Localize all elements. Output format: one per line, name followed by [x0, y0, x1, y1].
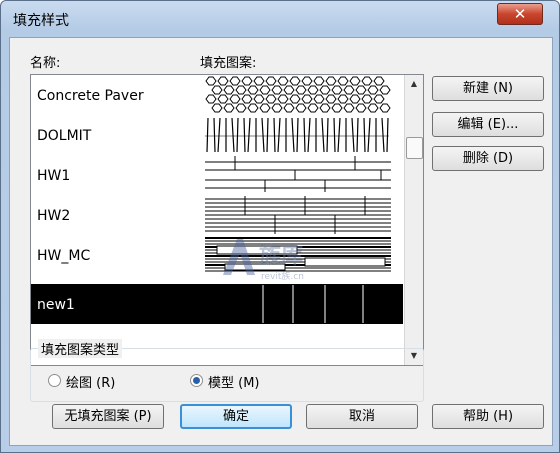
cancel-button[interactable]: 取消 — [306, 404, 418, 429]
list-item-pattern — [205, 196, 391, 234]
edit-button[interactable]: 编辑 (E)... — [432, 112, 544, 137]
close-icon: ✕ — [513, 5, 527, 23]
no-fill-pattern-button[interactable]: 无填充图案 (P) — [52, 404, 164, 429]
list-item-name: new1 — [37, 297, 75, 313]
list-item[interactable]: Concrete Paver — [31, 75, 403, 115]
dialog-title: 填充样式 — [13, 13, 69, 29]
list-item-pattern — [205, 236, 391, 274]
list-item-name: HW2 — [37, 208, 71, 224]
list-item-name: HW1 — [37, 168, 71, 184]
ok-button[interactable]: 确定 — [180, 404, 292, 429]
fill-pattern-preview — [205, 76, 391, 113]
list-item-pattern — [205, 76, 391, 114]
help-button[interactable]: 帮助 (H) — [432, 404, 544, 429]
pattern-column-label: 填充图案: — [200, 56, 257, 71]
list-item-pattern — [205, 116, 391, 154]
list-item[interactable]: HW2 — [31, 195, 403, 235]
fill-pattern-preview — [205, 117, 389, 153]
radio-label: 模型 (M) — [208, 376, 260, 391]
close-button[interactable]: ✕ — [497, 3, 543, 25]
list-item[interactable]: HW1 — [31, 155, 403, 195]
radio-circle-icon[interactable] — [190, 374, 203, 387]
pattern-list[interactable]: Concrete Paver DOLMIT HW1 HW2 HW_MC new1 ▲ ▼ … — [30, 74, 424, 366]
fill-pattern-preview — [205, 196, 391, 234]
list-item-name: HW_MC — [37, 248, 91, 264]
list-item-name: Concrete Paver — [37, 88, 144, 104]
fill-pattern-preview — [205, 237, 391, 272]
name-column-label: 名称: — [30, 56, 61, 71]
list-item[interactable]: DOLMIT — [31, 115, 403, 155]
list-item[interactable]: new1 — [31, 284, 403, 324]
list-item-name: DOLMIT — [37, 128, 92, 144]
scroll-up-arrow-icon[interactable]: ▲ — [405, 75, 423, 93]
list-item-pattern — [205, 156, 391, 194]
radio-label: 绘图 (R) — [66, 376, 116, 391]
fill-pattern-preview — [205, 156, 391, 192]
scroll-thumb[interactable] — [406, 137, 423, 159]
list-scrollbar[interactable]: ▲ ▼ — [404, 75, 423, 365]
list-item-pattern — [205, 285, 391, 323]
title-bar: 填充样式 ✕ — [1, 1, 559, 35]
delete-button[interactable]: 删除 (D) — [432, 146, 544, 171]
new-button[interactable]: 新建 (N) — [432, 76, 544, 101]
fill-pattern-preview — [262, 285, 364, 323]
list-item[interactable]: HW_MC — [31, 235, 403, 275]
dialog-client-area: 名称: 填充图案: Concrete Paver DOLMIT HW1 HW2 HW_M… — [9, 37, 553, 446]
pattern-type-group-label: 填充图案类型 — [38, 339, 123, 358]
radio-circle-icon[interactable] — [48, 374, 61, 387]
fill-style-dialog: 填充样式 ✕ 名称: 填充图案: Concrete Paver DOLMIT HW1… — [0, 0, 560, 453]
